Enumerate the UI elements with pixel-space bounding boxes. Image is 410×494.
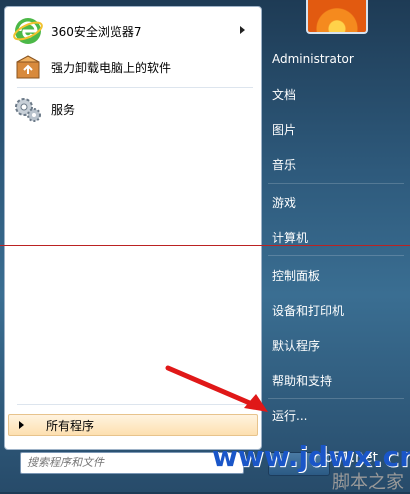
divider	[268, 255, 404, 256]
right-item-pictures[interactable]: 图片	[266, 115, 406, 143]
divider	[268, 183, 404, 184]
search-box[interactable]	[20, 452, 244, 474]
user-avatar[interactable]	[306, 0, 368, 34]
all-programs-label: 所有程序	[46, 418, 95, 433]
right-item-label: 音乐	[272, 157, 297, 172]
right-item-label: 文档	[272, 87, 297, 102]
right-item-label: 图片	[272, 122, 297, 137]
right-item-label: 帮助和支持	[272, 373, 333, 388]
right-item-label: 默认程序	[272, 338, 321, 353]
divider	[268, 398, 404, 399]
right-item-administrator[interactable]: Administrator	[266, 45, 406, 73]
right-item-music[interactable]: 音乐	[266, 150, 406, 178]
menu-item-label: 服务	[51, 102, 76, 117]
menu-item-360-browser[interactable]: 360安全浏览器7	[9, 13, 255, 49]
right-item-devices-printers[interactable]: 设备和打印机	[266, 296, 406, 324]
right-item-label: 控制面板	[272, 268, 321, 283]
menu-item-label: 强力卸载电脑上的软件	[51, 60, 172, 75]
right-item-label: Administrator	[272, 52, 354, 66]
right-item-control-panel[interactable]: 控制面板	[266, 261, 406, 289]
right-item-games[interactable]: 游戏	[266, 188, 406, 216]
right-item-default-programs[interactable]: 默认程序	[266, 331, 406, 359]
right-item-help-support[interactable]: 帮助和支持	[266, 366, 406, 394]
right-item-computer[interactable]: 计算机	[266, 223, 406, 251]
services-gear-icon	[13, 94, 43, 124]
menu-item-services[interactable]: 服务	[9, 91, 255, 127]
uninstall-box-icon	[13, 52, 43, 82]
watermark-cn: 脚本之家	[332, 472, 404, 493]
red-pointer-arrow-icon	[165, 365, 268, 412]
search-input[interactable]	[21, 453, 213, 471]
right-item-run[interactable]: 运行...	[266, 401, 406, 429]
divider	[17, 87, 253, 88]
expand-arrow-icon	[19, 421, 24, 429]
menu-item-label: 360安全浏览器7	[51, 24, 142, 39]
right-item-documents[interactable]: 文档	[266, 80, 406, 108]
submenu-arrow-icon	[240, 26, 245, 34]
right-item-label: 计算机	[272, 230, 309, 245]
menu-item-uninstaller[interactable]: 强力卸载电脑上的软件	[9, 49, 255, 85]
360-browser-icon	[13, 16, 43, 46]
right-item-label: 设备和打印机	[272, 303, 345, 318]
right-item-label: 游戏	[272, 195, 297, 210]
